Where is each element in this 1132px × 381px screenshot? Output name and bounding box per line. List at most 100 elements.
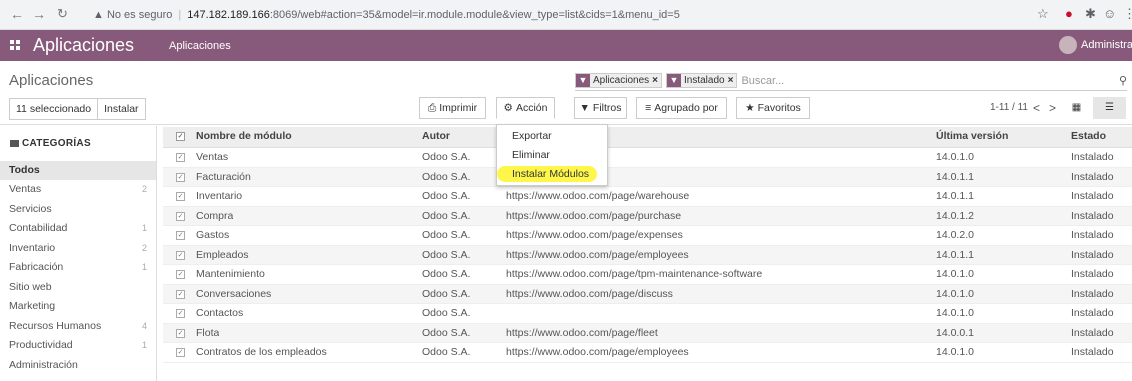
cell-version: 14.0.1.1 xyxy=(936,248,974,261)
cell-author: Odoo S.A. xyxy=(422,190,471,202)
address-bar[interactable]: ▲ No es seguro | 147.182.189.166 :8069/w… xyxy=(93,3,1013,26)
user-menu[interactable]: Administrato xyxy=(1059,36,1132,54)
row-checkbox[interactable]: ✓ xyxy=(176,328,185,338)
cell-website: https://www.odoo.com/page/fleet xyxy=(506,326,658,339)
sidebar-item-count: 2 xyxy=(141,184,147,194)
star-icon: ★ xyxy=(745,102,755,114)
sidebar-item-administracion[interactable]: Administración xyxy=(0,356,156,375)
cell-module-name: Gastos xyxy=(196,229,230,241)
print-button[interactable]: ⎙ Imprimir xyxy=(419,97,486,119)
forward-icon[interactable]: → xyxy=(32,7,46,21)
install-button[interactable]: Instalar xyxy=(98,99,144,119)
security-warning[interactable]: ▲ No es seguro xyxy=(93,9,172,21)
filters-button[interactable]: ▼ Filtros xyxy=(574,97,627,119)
row-checkbox[interactable]: ✓ xyxy=(176,172,185,182)
search-input[interactable]: Buscar... xyxy=(741,75,784,87)
sidebar-title-text: CATEGORÍAS xyxy=(22,138,91,149)
cell-module-name: Contactos xyxy=(196,307,244,319)
table-row[interactable]: ✓ Conversaciones Odoo S.A. https://www.odoo… xyxy=(163,284,1132,304)
row-checkbox[interactable]: ✓ xyxy=(176,153,185,162)
folder-icon xyxy=(10,139,19,147)
menu-item-instalar-modulos[interactable]: Instalar Módulos xyxy=(497,166,597,182)
facet-label: Instalado xyxy=(684,75,725,86)
list-view-icon[interactable]: ☰ xyxy=(1093,97,1126,119)
sidebar-item-inventario[interactable]: Inventario 2 xyxy=(0,239,156,258)
sidebar-item-ventas[interactable]: Ventas 2 xyxy=(0,180,156,199)
row-checkbox[interactable]: ✓ xyxy=(176,231,185,240)
back-icon[interactable]: ← xyxy=(10,7,24,21)
row-checkbox[interactable]: ✓ xyxy=(176,250,185,260)
table-row[interactable]: ✓ Compra Odoo S.A. https://www.odoo.com/pag… xyxy=(163,206,1132,226)
search-bar[interactable]: ▼ Aplicaciones × ▼ Instalado × Buscar...… xyxy=(575,71,1127,91)
view-switcher: ▦ ☰ xyxy=(1060,97,1126,119)
table-row[interactable]: ✓ Contactos Odoo S.A. 14.0.1.0 Instalado xyxy=(163,304,1132,324)
sidebar-item-todos[interactable]: Todos xyxy=(0,161,156,180)
table-row[interactable]: ✓ Inventario Odoo S.A. https://www.odoo.com… xyxy=(163,187,1132,207)
profile-avatar-icon[interactable]: ☺ xyxy=(1103,6,1116,21)
facet-aplicaciones[interactable]: ▼ Aplicaciones × xyxy=(575,73,662,88)
favorites-button[interactable]: ★ Favoritos xyxy=(736,97,810,119)
sidebar-item-servicios[interactable]: Servicios xyxy=(0,200,156,219)
apps-grid-icon[interactable] xyxy=(10,40,20,50)
reload-icon[interactable]: ↻ xyxy=(57,7,68,21)
row-checkbox[interactable]: ✓ xyxy=(176,289,185,299)
kanban-view-icon[interactable]: ▦ xyxy=(1060,97,1093,119)
column-header-author[interactable]: Autor xyxy=(422,127,450,146)
cell-state: Instalado xyxy=(1071,190,1114,202)
facet-instalado[interactable]: ▼ Instalado × xyxy=(666,73,738,88)
kebab-menu-icon[interactable]: ⋮ xyxy=(1123,6,1132,22)
cell-state: Instalado xyxy=(1071,287,1114,300)
row-checkbox[interactable]: ✓ xyxy=(176,309,185,318)
sidebar-item-label: Inventario xyxy=(9,241,56,254)
cell-version: 14.0.1.0 xyxy=(936,151,974,163)
puzzle-extension-icon[interactable]: ✱ xyxy=(1085,6,1096,22)
shield-extension-icon[interactable]: ● xyxy=(1065,6,1073,21)
pager-previous-button[interactable]: < xyxy=(1033,101,1040,115)
row-checkbox[interactable]: ✓ xyxy=(176,348,185,357)
sidebar-item-label: Productividad xyxy=(9,339,73,351)
table-row[interactable]: ✓ Mantenimiento Odoo S.A. https://www.odoo.… xyxy=(163,265,1132,285)
select-all-checkbox[interactable]: ✓ xyxy=(176,132,185,141)
table-row[interactable]: ✓ Gastos Odoo S.A. https://www.odoo.com/pag… xyxy=(163,226,1132,246)
table-row[interactable]: ✓ Empleados Odoo S.A. https://www.odoo.com/… xyxy=(163,245,1132,265)
cell-website: https://www.odoo.com/page/purchase xyxy=(506,209,682,222)
star-icon[interactable]: ☆ xyxy=(1037,6,1049,22)
pager-value[interactable]: 1-11 / 11 xyxy=(990,102,1028,113)
cell-version: 14.0.1.0 xyxy=(936,287,974,300)
column-header-name[interactable]: Nombre de módulo xyxy=(196,127,292,146)
sidebar-item-productividad[interactable]: Productividad 1 xyxy=(0,336,156,355)
row-checkbox[interactable]: ✓ xyxy=(176,270,185,279)
sidebar-item-label: Ventas xyxy=(9,183,42,195)
pager-next-button[interactable]: > xyxy=(1049,101,1056,115)
cell-state: Instalado xyxy=(1071,170,1114,183)
cell-state: Instalado xyxy=(1071,326,1114,339)
groupby-button[interactable]: ≡ Agrupado por xyxy=(636,97,727,119)
sidebar-item-label: Todos xyxy=(9,164,40,176)
facet-remove-icon[interactable]: × xyxy=(728,75,737,86)
table-row[interactable]: ✓FacturaciónOdoo S.A.page/billing14.0.1.… xyxy=(163,167,1132,187)
table-row[interactable]: ✓VentasOdoo S.A.page/sales14.0.1.0Instal… xyxy=(163,148,1132,168)
row-checkbox[interactable]: ✓ xyxy=(176,192,185,201)
column-header-version[interactable]: Última versión xyxy=(936,127,1008,146)
row-checkbox[interactable]: ✓ xyxy=(176,211,185,221)
table-row[interactable]: ✓ Flota Odoo S.A. https://www.odoo.com/page… xyxy=(163,323,1132,343)
url-separator: | xyxy=(178,8,182,21)
sidebar-item-marketing[interactable]: Marketing xyxy=(0,297,156,316)
cell-module-name: Compra xyxy=(196,209,234,222)
table-row[interactable]: ✓ Contratos de los empleados Odoo S.A. http… xyxy=(163,343,1132,363)
menu-item-eliminar[interactable]: Eliminar xyxy=(512,149,550,161)
menu-item-exportar[interactable]: Exportar xyxy=(512,130,552,142)
sidebar-item-recursos-humanos[interactable]: Recursos Humanos 4 xyxy=(0,317,156,336)
cell-author: Odoo S.A. xyxy=(422,209,471,222)
sidebar-item-count: 1 xyxy=(141,262,147,272)
sidebar-item-sitio-web[interactable]: Sitio web xyxy=(0,278,156,297)
facet-remove-icon[interactable]: × xyxy=(652,75,661,86)
menu-aplicaciones[interactable]: Aplicaciones xyxy=(169,40,231,52)
main-navbar: Aplicaciones Aplicaciones Administrato xyxy=(0,30,1132,61)
search-icon[interactable]: ⚲ xyxy=(1119,74,1127,87)
sidebar-item-contabilidad[interactable]: Contabilidad 1 xyxy=(0,219,156,238)
column-header-state[interactable]: Estado xyxy=(1071,127,1106,146)
action-button[interactable]: ⚙ Acción xyxy=(496,97,555,119)
sidebar-item-fabricacion[interactable]: Fabricación 1 xyxy=(0,258,156,277)
app-title[interactable]: Aplicaciones xyxy=(33,35,134,56)
